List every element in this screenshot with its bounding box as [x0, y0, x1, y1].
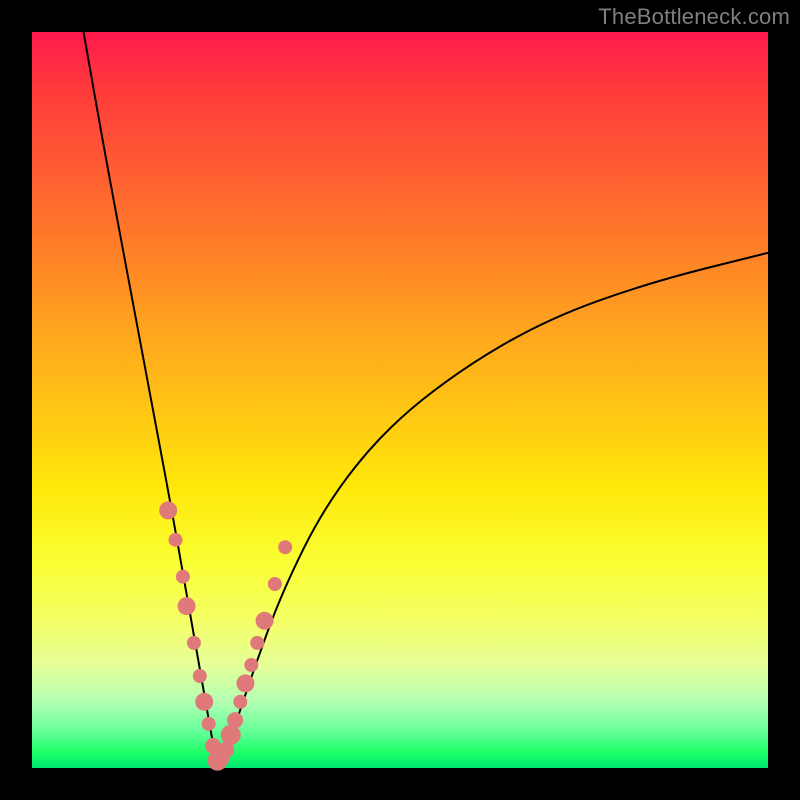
data-dot	[195, 693, 213, 711]
chart-svg	[32, 32, 768, 768]
data-dot	[236, 674, 254, 692]
data-dot	[278, 540, 292, 554]
data-dot	[256, 612, 274, 630]
data-dot	[244, 658, 258, 672]
data-dot	[202, 717, 216, 731]
data-dot	[193, 669, 207, 683]
data-dot	[178, 597, 196, 615]
data-dot	[159, 501, 177, 519]
data-dot	[187, 636, 201, 650]
outer-frame: TheBottleneck.com	[0, 0, 800, 800]
watermark-text: TheBottleneck.com	[598, 4, 790, 30]
sample-dots-group	[159, 501, 292, 770]
data-dot	[250, 636, 264, 650]
data-dot	[169, 533, 183, 547]
bottleneck-curve	[84, 32, 768, 761]
data-dot	[227, 712, 243, 728]
data-dot	[268, 577, 282, 591]
plot-area	[32, 32, 768, 768]
data-dot	[233, 695, 247, 709]
data-dot	[176, 570, 190, 584]
data-dot	[221, 725, 241, 745]
